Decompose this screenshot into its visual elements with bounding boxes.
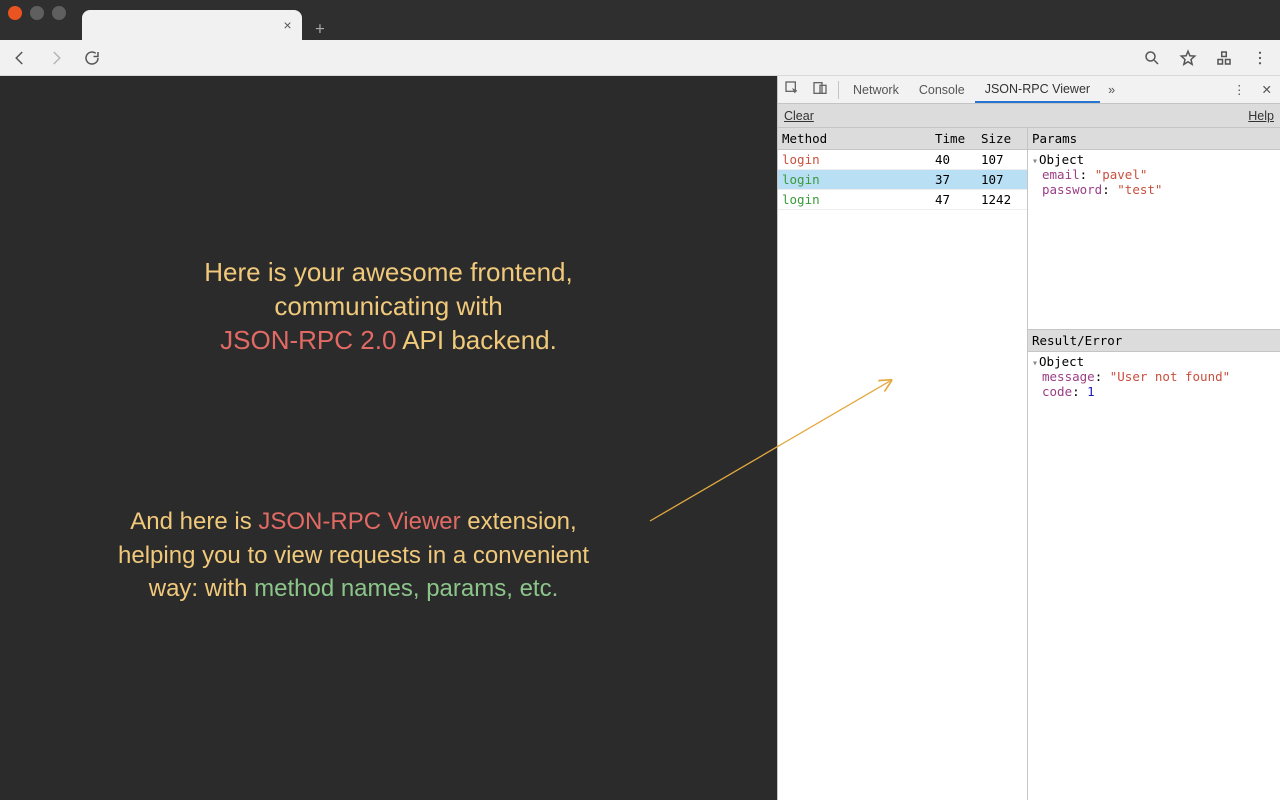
window-close-button[interactable]: [8, 6, 22, 20]
window-minimize-button[interactable]: [30, 6, 44, 20]
devtools-tab-network[interactable]: Network: [843, 76, 909, 103]
params-body: ▾Object email: "pavel"password: "test": [1028, 150, 1280, 330]
browser-tab[interactable]: ×: [82, 10, 302, 40]
devtools-tab-console[interactable]: Console: [909, 76, 975, 103]
text: API backend.: [396, 325, 556, 355]
reload-button[interactable]: [82, 48, 102, 68]
method-cell: login: [778, 192, 935, 207]
inspect-element-icon[interactable]: [778, 80, 806, 99]
devtools-tabstrip: Network Console JSON-RPC Viewer » ⋮ ✕: [778, 76, 1280, 104]
time-cell: 47: [935, 192, 981, 207]
size-cell: 107: [981, 172, 1027, 187]
time-cell: 40: [935, 152, 981, 167]
devtools-menu-icon[interactable]: ⋮: [1225, 82, 1254, 97]
size-cell: 107: [981, 152, 1027, 167]
clear-button[interactable]: Clear: [784, 109, 814, 123]
text-highlight: method names, params, etc.: [254, 575, 558, 602]
request-row[interactable]: login37107: [778, 170, 1027, 190]
devtools-tab-jsonrpc-viewer[interactable]: JSON-RPC Viewer: [975, 76, 1100, 103]
result-body: ▾Object message: "User not found"code: 1: [1028, 352, 1280, 800]
col-size: Size: [981, 131, 1027, 146]
request-row[interactable]: login40107: [778, 150, 1027, 170]
time-cell: 37: [935, 172, 981, 187]
hero-text-2: And here is JSON-RPC Viewer extension, h…: [50, 505, 657, 606]
device-toggle-icon[interactable]: [806, 80, 834, 99]
object-field: email: "pavel": [1032, 167, 1276, 182]
text: way: with: [149, 575, 254, 602]
forward-button[interactable]: [46, 48, 66, 68]
col-time: Time: [935, 131, 981, 146]
extensions-icon[interactable]: [1214, 48, 1234, 68]
col-method: Method: [778, 131, 935, 146]
method-cell: login: [778, 152, 935, 167]
text: communicating with: [274, 291, 502, 321]
window-buttons: [8, 6, 66, 20]
hero-text-1: Here is your awesome frontend, communica…: [0, 256, 777, 357]
text: helping you to view requests in a conven…: [118, 542, 589, 569]
new-tab-button[interactable]: +: [308, 16, 332, 40]
window-maximize-button[interactable]: [52, 6, 66, 20]
method-cell: login: [778, 172, 935, 187]
back-button[interactable]: [10, 48, 30, 68]
help-link[interactable]: Help: [1248, 109, 1274, 123]
size-cell: 1242: [981, 192, 1027, 207]
zoom-icon[interactable]: [1142, 48, 1162, 68]
tab-close-icon[interactable]: ×: [283, 16, 292, 34]
object-field: password: "test": [1032, 182, 1276, 197]
request-list-header: Method Time Size: [778, 128, 1027, 150]
text: Here is your awesome frontend,: [204, 257, 573, 287]
request-row[interactable]: login471242: [778, 190, 1027, 210]
params-header: Params: [1028, 128, 1280, 150]
devtools-panel: Network Console JSON-RPC Viewer » ⋮ ✕ Cl…: [777, 76, 1280, 800]
window-titlebar: × +: [0, 0, 1280, 40]
devtools-tabs-overflow-icon[interactable]: »: [1100, 83, 1123, 97]
text: And here is: [130, 508, 258, 535]
request-list: Method Time Size login40107login37107log…: [778, 128, 1028, 800]
object-label: Object: [1039, 152, 1084, 167]
devtools-close-icon[interactable]: ✕: [1254, 82, 1280, 97]
browser-menu-icon[interactable]: [1250, 48, 1270, 68]
page-content: Here is your awesome frontend, communica…: [0, 76, 777, 800]
text-highlight: JSON-RPC Viewer: [258, 508, 460, 535]
object-label: Object: [1039, 354, 1084, 369]
result-header: Result/Error: [1028, 330, 1280, 352]
object-field: message: "User not found": [1032, 369, 1276, 384]
devtools-toolbar: Clear Help: [778, 104, 1280, 128]
bookmark-star-icon[interactable]: [1178, 48, 1198, 68]
text-highlight: JSON-RPC 2.0: [220, 325, 396, 355]
browser-toolbar: [0, 40, 1280, 76]
text: extension,: [461, 508, 577, 535]
object-field: code: 1: [1032, 384, 1276, 399]
browser-tab-strip: × +: [82, 0, 332, 40]
